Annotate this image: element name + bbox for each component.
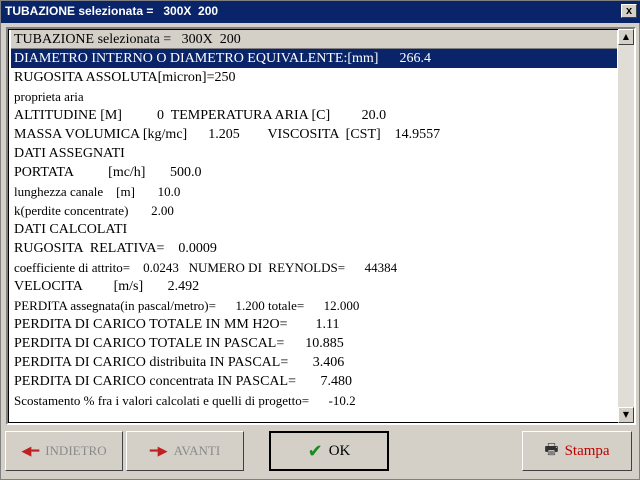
back-button[interactable]: ◀━ INDIETRO bbox=[5, 431, 123, 471]
list-item[interactable]: coefficiente di attrito= 0.0243 NUMERO D… bbox=[11, 258, 617, 277]
results-listbox[interactable]: TUBAZIONE selezionata = 300X 200 DIAMETR… bbox=[6, 27, 636, 425]
list-item[interactable]: PERDITA DI CARICO TOTALE IN MM H2O= 1.11 bbox=[11, 315, 617, 334]
list-item[interactable]: PORTATA [mc/h] 500.0 bbox=[11, 163, 617, 182]
list-item[interactable]: ALTITUDINE [M] 0 TEMPERATURA ARIA [C] 20… bbox=[11, 106, 617, 125]
back-button-label: INDIETRO bbox=[45, 443, 107, 458]
list-item[interactable]: VELOCITA [m/s] 2.492 bbox=[11, 277, 617, 296]
list-item[interactable]: DATI ASSEGNATI bbox=[11, 144, 617, 163]
list-area: TUBAZIONE selezionata = 300X 200 DIAMETR… bbox=[8, 29, 620, 423]
title-bar: TUBAZIONE selezionata = 300X 200 x bbox=[1, 1, 640, 23]
print-button[interactable]: 🖶 Stampa bbox=[522, 431, 632, 471]
list-item[interactable]: DIAMETRO INTERNO O DIAMETRO EQUIVALENTE:… bbox=[11, 49, 617, 68]
list-item[interactable]: MASSA VOLUMICA [kg/mc] 1.205 VISCOSITA [… bbox=[11, 125, 617, 144]
button-bar: ◀━ INDIETRO ━▶ AVANTI ✔ OK 🖶 Stampa bbox=[1, 429, 640, 477]
print-button-label: Stampa bbox=[564, 442, 610, 459]
list-item[interactable]: PERDITA DI CARICO concentrata IN PASCAL=… bbox=[11, 372, 617, 391]
ok-button-label: OK bbox=[328, 442, 351, 459]
list-item[interactable]: k(perdite concentrate) 2.00 bbox=[11, 201, 617, 220]
list-item[interactable]: proprieta aria bbox=[11, 87, 617, 106]
arrow-left-icon: ◀━ bbox=[21, 443, 40, 459]
list-item[interactable]: RUGOSITA RELATIVA= 0.0009 bbox=[11, 239, 617, 258]
printer-icon: 🖶 bbox=[544, 439, 559, 458]
scroll-down-button[interactable]: ▼ bbox=[618, 407, 634, 423]
checkmark-icon: ✔ bbox=[307, 440, 323, 462]
forward-button[interactable]: ━▶ AVANTI bbox=[126, 431, 244, 471]
window-title: TUBAZIONE selezionata = 300X 200 bbox=[5, 4, 219, 18]
list-header: TUBAZIONE selezionata = 300X 200 bbox=[11, 30, 617, 49]
list-item[interactable]: lunghezza canale [m] 10.0 bbox=[11, 182, 617, 201]
list-item[interactable]: DATI CALCOLATI bbox=[11, 220, 617, 239]
ok-button[interactable]: ✔ OK bbox=[269, 431, 389, 471]
list-item[interactable]: PERDITA assegnata(in pascal/metro)= 1.20… bbox=[11, 296, 617, 315]
arrow-right-icon: ━▶ bbox=[149, 443, 168, 459]
vertical-scrollbar[interactable]: ▲ ▼ bbox=[618, 29, 634, 423]
list-item[interactable]: PERDITA DI CARICO distribuita IN PASCAL=… bbox=[11, 353, 617, 372]
list-item[interactable]: PERDITA DI CARICO TOTALE IN PASCAL= 10.8… bbox=[11, 334, 617, 353]
scroll-up-button[interactable]: ▲ bbox=[618, 29, 634, 45]
dialog-window: TUBAZIONE selezionata = 300X 200 x TUBAZ… bbox=[0, 0, 640, 480]
close-button[interactable]: x bbox=[621, 4, 637, 18]
list-item[interactable]: Scostamento % fra i valori calcolati e q… bbox=[11, 391, 617, 410]
list-item[interactable]: RUGOSITA ASSOLUTA[micron]=250 bbox=[11, 68, 617, 87]
forward-button-label: AVANTI bbox=[173, 443, 221, 458]
